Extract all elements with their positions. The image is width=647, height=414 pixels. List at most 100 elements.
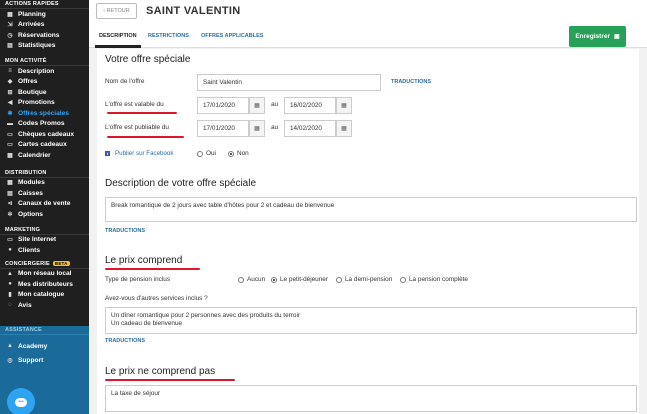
sidebar-item-gift-cards[interactable]: ▭ Cartes cadeaux	[0, 140, 89, 151]
sidebar-item-arrivals[interactable]: ⇲ Arrivées	[0, 20, 89, 31]
pension-breakfast-radio[interactable]: Le petit-déjeuner	[271, 276, 328, 283]
sidebar-item-statistics[interactable]: ▤ Statistiques	[0, 41, 89, 52]
pension-half-radio[interactable]: La demi-pension	[336, 276, 392, 283]
pension-full-radio[interactable]: La pension complète	[400, 276, 468, 283]
back-button[interactable]: ‹ RETOUR	[96, 3, 137, 19]
monitor-icon: ▭	[7, 237, 13, 244]
section-title-excludes: Le prix ne comprend pas	[105, 366, 216, 377]
main-area: ‹ RETOUR SAINT VALENTIN DESCRIPTION REST…	[89, 0, 647, 414]
facebook-no-radio[interactable]: Non	[228, 150, 249, 157]
book-icon: ▮	[8, 292, 12, 299]
sidebar-item-catalog[interactable]: ▮ Mon catalogue	[0, 290, 89, 301]
page-title: SAINT VALENTIN	[146, 5, 241, 17]
comment-icon: ◌	[8, 302, 12, 309]
calendar-icon: ▦	[7, 11, 13, 18]
sidebar-item-shop[interactable]: ⊞ Boutique	[0, 87, 89, 98]
pension-none-radio[interactable]: Aucun	[238, 276, 265, 283]
sidebar-item-clients[interactable]: ● Clients	[0, 245, 89, 256]
radio-dot	[336, 276, 342, 283]
sidebar-item-promo-codes[interactable]: ▬ Codes Promos	[0, 119, 89, 130]
annotation-underline	[105, 268, 200, 270]
offer-form: Votre offre spéciale Nom de l'offre Sain…	[97, 49, 639, 414]
excludes-textarea[interactable]: La taxe de séjour	[105, 385, 637, 412]
sidebar-item-reviews[interactable]: ◌ Avis	[0, 300, 89, 311]
includes-translations-link[interactable]: TRADUCTIONS	[105, 338, 145, 344]
sidebar-item-special-offers[interactable]: ✱ Offres spéciales	[0, 108, 89, 119]
name-input[interactable]: Saint Valentin	[197, 74, 381, 91]
calendar-icon[interactable]: ▦	[249, 97, 265, 114]
ticket-icon: ▭	[7, 131, 13, 138]
radio-dot	[238, 276, 244, 283]
calendar-icon: ▦	[7, 152, 13, 159]
clock-icon: ◷	[7, 32, 13, 39]
list-icon: ≡	[8, 68, 12, 75]
sidebar: ACTIONS RAPIDES ▦ Planning ⇲ Arrivées ◷ Rés…	[0, 0, 89, 414]
tab-applicable-offers[interactable]: OFFRES APPLICABLES	[201, 33, 263, 39]
page-header: ‹ RETOUR SAINT VALENTIN DESCRIPTION REST…	[89, 0, 647, 48]
chat-button[interactable]: •••	[7, 388, 35, 414]
description-textarea[interactable]: Break romantique de 2 jours avec table d…	[105, 197, 637, 222]
radio-dot	[271, 276, 277, 283]
users-icon: ●	[8, 281, 12, 288]
sidebar-item-local-network[interactable]: ▲ Mon réseau local	[0, 269, 89, 280]
description-translations-link[interactable]: TRADUCTIONS	[105, 228, 145, 234]
sidebar-item-options[interactable]: ✲ Options	[0, 209, 89, 220]
sidebar-item-calendar[interactable]: ▦ Calendrier	[0, 150, 89, 161]
sidebar-item-promotions[interactable]: ◀ Promotions	[0, 98, 89, 109]
arrow-icon: ⇲	[7, 22, 13, 29]
sidebar-item-reservations[interactable]: ◷ Réservations	[0, 30, 89, 41]
other-services-textarea[interactable]: Un dîner romantique pour 2 personnes ave…	[105, 307, 637, 334]
megaphone-icon: ◀	[7, 100, 13, 107]
sidebar-item-cash-registers[interactable]: ▤ Caisses	[0, 188, 89, 199]
users-icon: ●	[8, 247, 12, 254]
code-icon: ▬	[7, 120, 13, 127]
calendar-icon[interactable]: ▦	[249, 120, 265, 137]
floppy-icon: ▣	[614, 34, 620, 40]
valid-label: L'offre est valable du	[105, 101, 164, 108]
chat-icon: •••	[15, 397, 27, 407]
valid-to-word: au	[271, 101, 279, 108]
tab-description[interactable]: DESCRIPTION	[99, 33, 137, 39]
sidebar-item-planning[interactable]: ▦ Planning	[0, 9, 89, 20]
pension-label: Type de pension inclus	[105, 276, 171, 283]
valid-from-input[interactable]: 17/01/2020	[197, 97, 249, 114]
active-tab-indicator	[95, 45, 141, 48]
annotation-underline	[107, 136, 184, 138]
sidebar-item-support[interactable]: ◎ Support	[0, 353, 89, 367]
valid-to-input[interactable]: 16/02/2020	[284, 97, 336, 114]
beta-badge: Beta	[52, 260, 70, 266]
cart-icon: ⊞	[7, 89, 13, 96]
annotation-underline	[105, 379, 235, 381]
other-services-label: Avez-vous d'autres services inclus ?	[105, 295, 208, 302]
grid-icon: ▦	[7, 180, 13, 187]
tag-icon: ◆	[7, 79, 13, 86]
sidebar-item-sales-channels[interactable]: ⊲ Canaux de vente	[0, 199, 89, 210]
facebook-label: Publier sur Facebook	[115, 150, 174, 157]
chart-icon: ▤	[7, 43, 13, 50]
sidebar-section-concierge: CONCIERGERIE Beta	[0, 260, 89, 269]
sidebar-item-academy[interactable]: ▲ Academy	[0, 339, 89, 353]
published-to-input[interactable]: 14/02/2020	[284, 120, 336, 137]
facebook-icon: f	[105, 151, 110, 156]
register-icon: ▤	[7, 190, 13, 197]
save-button[interactable]: Enregistrer ▣	[569, 26, 626, 47]
sidebar-item-description[interactable]: ≡ Description	[0, 66, 89, 77]
sidebar-section-activity: MON ACTIVITÉ	[0, 57, 89, 66]
published-label: L'offre est publiable du	[105, 124, 169, 131]
lifebuoy-icon: ◎	[7, 357, 13, 364]
calendar-icon[interactable]: ▦	[336, 97, 352, 114]
sidebar-item-modules[interactable]: ▦ Modules	[0, 178, 89, 189]
section-title-includes: Le prix comprend	[105, 255, 183, 266]
sidebar-item-distributors[interactable]: ● Mes distributeurs	[0, 279, 89, 290]
sidebar-item-website[interactable]: ▭ Site Internet	[0, 235, 89, 246]
network-icon: ▲	[7, 270, 13, 277]
radio-dot	[400, 276, 406, 283]
tab-restrictions[interactable]: RESTRICTIONS	[148, 33, 189, 39]
calendar-icon[interactable]: ▦	[336, 120, 352, 137]
sidebar-item-offers[interactable]: ◆ Offres	[0, 77, 89, 88]
sidebar-item-gift-checks[interactable]: ▭ Chèques cadeaux	[0, 129, 89, 140]
facebook-yes-radio[interactable]: Oui	[197, 150, 216, 157]
name-translations-link[interactable]: TRADUCTIONS	[391, 79, 431, 85]
published-from-input[interactable]: 17/01/2020	[197, 120, 249, 137]
radio-dot	[197, 150, 203, 157]
